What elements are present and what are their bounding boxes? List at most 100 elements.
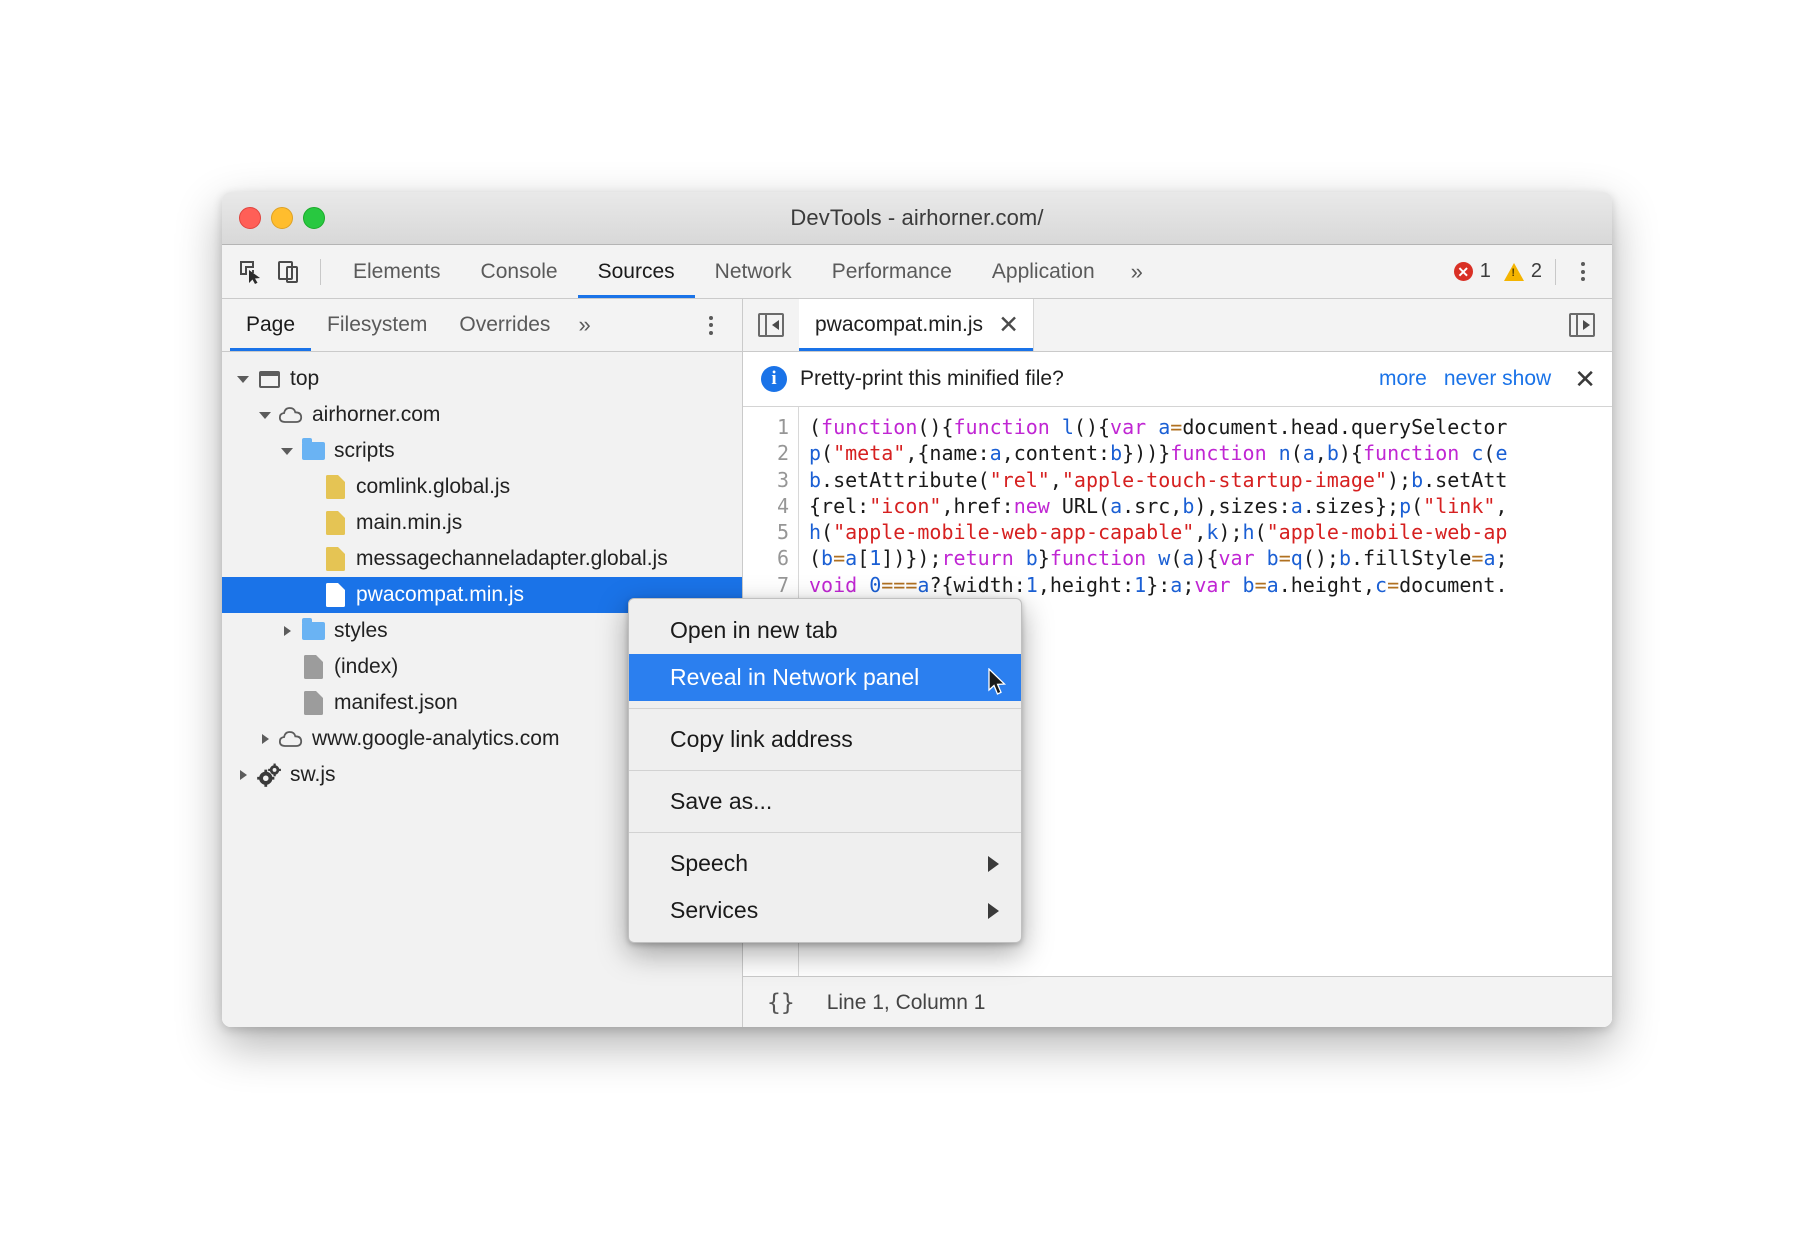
code-line: p("meta",{name:a,content:b}))}function n… [809, 440, 1612, 466]
more-nav-tabs-chevron-icon[interactable]: » [566, 299, 602, 351]
context-menu: Open in new tab Reveal in Network panel … [628, 598, 1022, 943]
tree-row-label: sw.js [290, 763, 336, 787]
tree-row-label: comlink.global.js [356, 475, 510, 499]
twisty-closed-icon[interactable] [254, 734, 276, 744]
inspect-element-icon[interactable] [232, 253, 270, 291]
line-number: 3 [743, 467, 789, 493]
tree-row-scripts[interactable]: scripts [222, 433, 742, 469]
collapse-sidebar-glyph [758, 313, 784, 337]
close-icon[interactable]: ✕ [998, 313, 1019, 338]
warning-counter[interactable]: 2 [1504, 260, 1542, 283]
tree-row-label: (index) [334, 655, 398, 679]
panel-tab-list: Elements Console Sources Network Perform… [333, 245, 1159, 298]
twisty-open-icon[interactable] [232, 376, 254, 383]
warning-icon [1504, 263, 1524, 281]
frame-icon [254, 371, 284, 388]
menu-separator [629, 708, 1021, 709]
error-count: 1 [1480, 260, 1491, 283]
service-worker-icon [254, 763, 284, 787]
tree-row-label: messagechanneladapter.global.js [356, 547, 668, 571]
line-number: 4 [743, 493, 789, 519]
tree-row-label: airhorner.com [312, 403, 440, 427]
expand-sidebar-icon[interactable] [1552, 299, 1612, 351]
editor-tabstrip: pwacompat.min.js ✕ [743, 299, 1612, 352]
devtools-toolbar: Elements Console Sources Network Perform… [222, 245, 1612, 299]
menu-item-speech[interactable]: Speech [629, 840, 1021, 887]
info-icon: i [761, 366, 787, 392]
menu-item-services[interactable]: Services [629, 887, 1021, 934]
editor-tab-pwacompat[interactable]: pwacompat.min.js ✕ [799, 299, 1034, 351]
navigator-menu-button[interactable] [694, 299, 742, 351]
tree-row-main-min-js[interactable]: main.min.js [222, 505, 742, 541]
nav-tab-page[interactable]: Page [230, 299, 311, 351]
menu-item-open-in-new-tab[interactable]: Open in new tab [629, 607, 1021, 654]
tree-row-label: top [290, 367, 319, 391]
twisty-open-icon[interactable] [276, 448, 298, 455]
window-title: DevTools - airhorner.com/ [222, 205, 1612, 231]
tree-row-messagechanneladapter-global-js[interactable]: messagechanneladapter.global.js [222, 541, 742, 577]
menu-item-save-as[interactable]: Save as... [629, 778, 1021, 825]
tree-row-top[interactable]: top [222, 361, 742, 397]
code-line: b.setAttribute("rel","apple-touch-startu… [809, 467, 1612, 493]
more-panels-chevron-icon[interactable]: » [1115, 245, 1159, 298]
twisty-closed-icon[interactable] [276, 626, 298, 636]
code-line: void 0===a?{width:1,height:1}:a;var b=a.… [809, 572, 1612, 598]
submenu-arrow-icon [988, 903, 999, 919]
tab-sources[interactable]: Sources [578, 245, 695, 298]
tree-row-comlink-global-js[interactable]: comlink.global.js [222, 469, 742, 505]
menu-separator [629, 832, 1021, 833]
expand-sidebar-glyph [1569, 313, 1595, 337]
js-file-icon [320, 511, 350, 535]
editor-tab-label: pwacompat.min.js [815, 313, 983, 337]
tree-row-airhorner[interactable]: airhorner.com [222, 397, 742, 433]
tab-performance[interactable]: Performance [812, 245, 972, 298]
pretty-print-format-icon[interactable]: {} [767, 990, 795, 1016]
cursor-position-label: Line 1, Column 1 [827, 991, 986, 1015]
navigator-tab-list: Page Filesystem Overrides » [222, 299, 742, 352]
document-icon [298, 655, 328, 679]
kebab-menu-icon[interactable] [1566, 255, 1600, 289]
error-icon: ✕ [1454, 262, 1473, 281]
js-file-icon [320, 583, 350, 607]
tree-row-label: styles [334, 619, 388, 643]
infobar-more-link[interactable]: more [1379, 367, 1427, 391]
submenu-arrow-icon [988, 856, 999, 872]
menu-item-copy-link-address[interactable]: Copy link address [629, 716, 1021, 763]
window-titlebar: DevTools - airhorner.com/ [222, 192, 1612, 245]
nav-tab-overrides[interactable]: Overrides [443, 299, 566, 351]
pretty-print-infobar: i Pretty-print this minified file? more … [743, 352, 1612, 407]
close-icon[interactable]: ✕ [1574, 366, 1596, 392]
document-icon [298, 691, 328, 715]
tree-row-label: main.min.js [356, 511, 462, 535]
error-counter[interactable]: ✕ 1 [1454, 260, 1491, 283]
folder-icon [298, 622, 328, 640]
infobar-message: Pretty-print this minified file? [800, 367, 1064, 391]
menu-item-reveal-in-network-panel[interactable]: Reveal in Network panel [629, 654, 1021, 701]
twisty-closed-icon[interactable] [232, 770, 254, 780]
menu-separator [629, 770, 1021, 771]
line-number: 1 [743, 414, 789, 440]
kebab-menu-icon [694, 308, 728, 342]
code-line: (function(){function l(){var a=document.… [809, 414, 1612, 440]
twisty-open-icon[interactable] [254, 412, 276, 419]
tab-console[interactable]: Console [461, 245, 578, 298]
code-line: h("apple-mobile-web-app-capable",k);h("a… [809, 519, 1612, 545]
collapse-sidebar-icon[interactable] [743, 299, 799, 351]
menu-item-label: Speech [670, 850, 748, 877]
infobar-actions: more never show ✕ [1379, 366, 1596, 392]
toolbar-divider [320, 259, 321, 285]
line-number: 7 [743, 572, 789, 598]
folder-icon [298, 442, 328, 460]
cloud-icon [276, 406, 306, 424]
cloud-icon [276, 730, 306, 748]
tab-network[interactable]: Network [695, 245, 812, 298]
line-number: 5 [743, 519, 789, 545]
nav-tab-filesystem[interactable]: Filesystem [311, 299, 443, 351]
infobar-never-show-link[interactable]: never show [1444, 367, 1551, 391]
line-number: 2 [743, 440, 789, 466]
device-toolbar-icon[interactable] [270, 253, 308, 291]
tab-application[interactable]: Application [972, 245, 1115, 298]
js-file-icon [320, 547, 350, 571]
tab-elements[interactable]: Elements [333, 245, 461, 298]
tabstrip-spacer [1034, 299, 1552, 351]
